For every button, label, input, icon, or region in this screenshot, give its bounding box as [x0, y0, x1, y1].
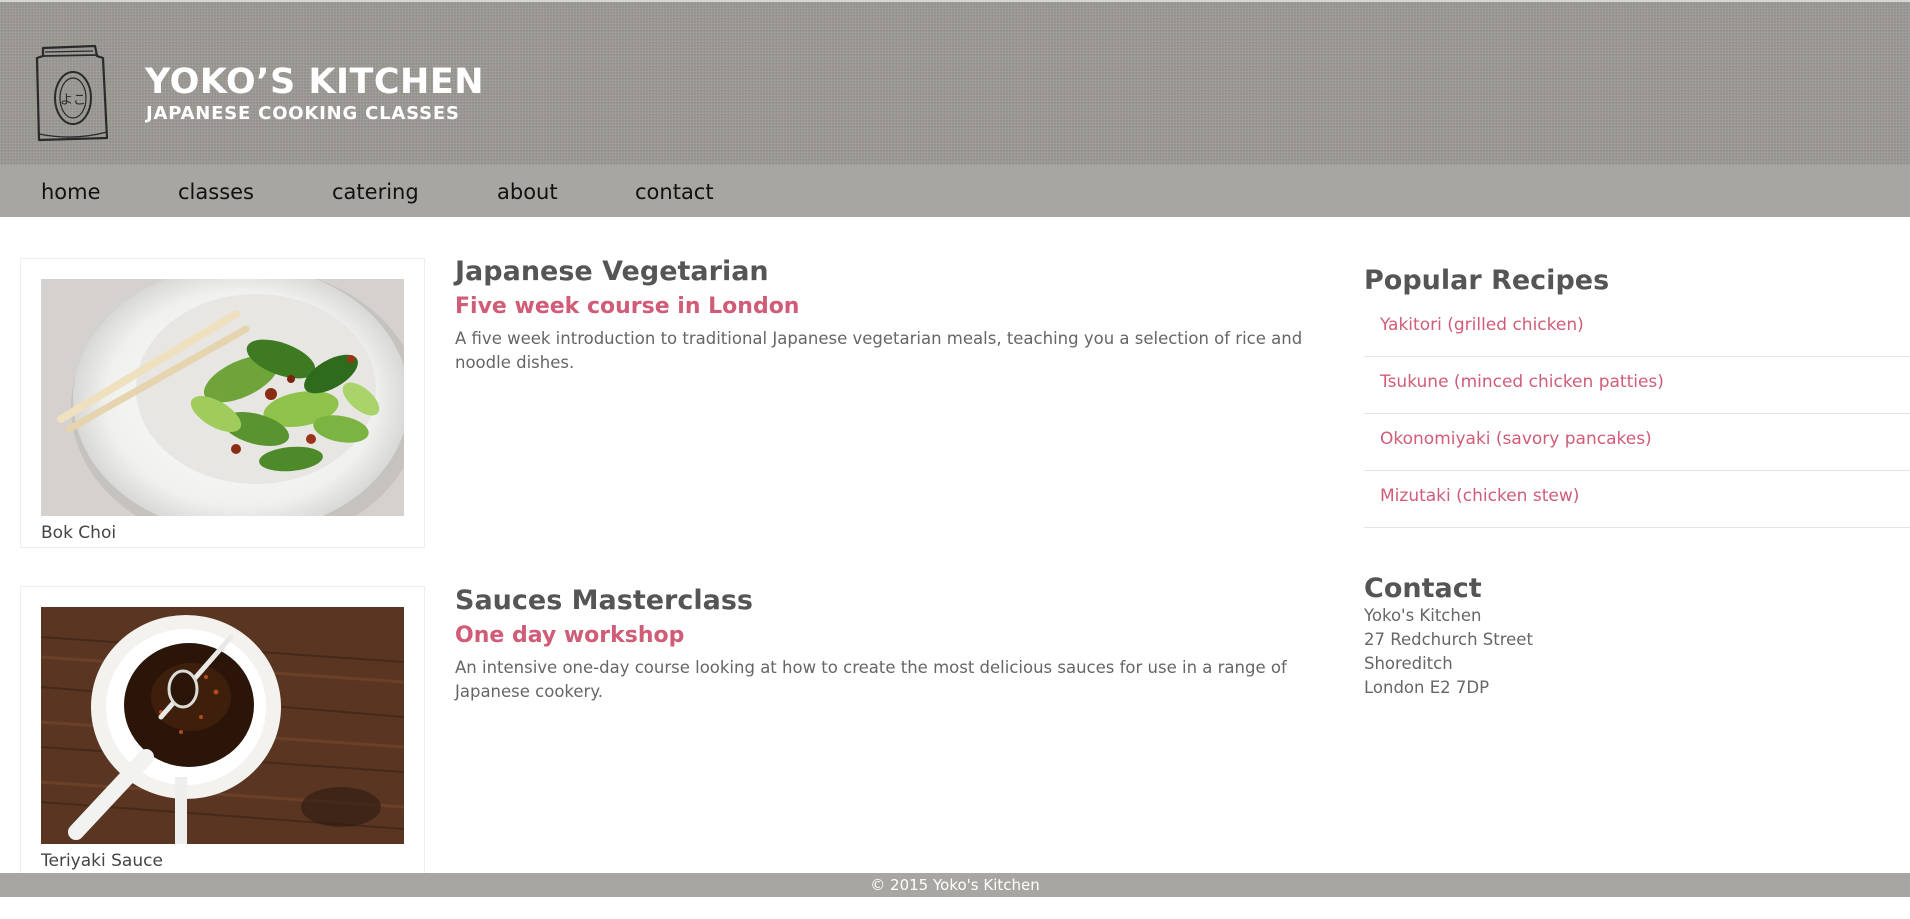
nav-item-catering[interactable]: catering: [332, 180, 419, 204]
contact-city-postcode: London E2 7DP: [1364, 678, 1490, 697]
course-title: Sauces Masterclass: [455, 585, 753, 616]
popular-recipes-heading: Popular Recipes: [1364, 265, 1610, 296]
recipe-link-yakitori[interactable]: Yakitori (grilled chicken): [1380, 315, 1584, 335]
contact-name: Yoko's Kitchen: [1364, 606, 1482, 625]
page-bottom-area: [0, 897, 1910, 919]
contact-heading: Contact: [1364, 573, 1482, 604]
contact-district: Shoreditch: [1364, 654, 1453, 673]
main-nav: home classes catering about contact: [0, 165, 1910, 217]
bok-choi-photo: [41, 279, 404, 516]
list-item: Okonomiyaki (savory pancakes): [1364, 414, 1910, 471]
site-footer: © 2015 Yoko's Kitchen: [0, 873, 1910, 897]
course-title: Japanese Vegetarian: [455, 256, 769, 287]
recipe-link-okonomiyaki[interactable]: Okonomiyaki (savory pancakes): [1380, 429, 1652, 449]
course-subtitle: One day workshop: [455, 623, 685, 648]
list-item: Mizutaki (chicken stew): [1364, 471, 1910, 528]
nav-item-about[interactable]: about: [497, 180, 558, 204]
recipe-link-mizutaki[interactable]: Mizutaki (chicken stew): [1380, 486, 1579, 506]
teriyaki-sauce-photo: [41, 607, 404, 844]
contact-street: 27 Redchurch Street: [1364, 630, 1533, 649]
logo-glyphs: よこ: [60, 93, 86, 108]
image-caption: Teriyaki Sauce: [41, 851, 163, 871]
recipe-link-tsukune[interactable]: Tsukune (minced chicken patties): [1380, 372, 1664, 392]
copyright-text: © 2015 Yoko's Kitchen: [870, 876, 1040, 894]
course-subtitle: Five week course in London: [455, 294, 800, 319]
course-image-card: Teriyaki Sauce: [20, 586, 425, 876]
popular-recipes-list: Yakitori (grilled chicken) Tsukune (minc…: [1364, 300, 1910, 528]
list-item: Tsukune (minced chicken patties): [1364, 357, 1910, 414]
site-header: よこ YOKO’S KITCHEN JAPANESE COOKING CLASS…: [0, 0, 1910, 165]
image-caption: Bok Choi: [41, 523, 117, 543]
nav-item-classes[interactable]: classes: [178, 180, 254, 204]
course-description: A five week introduction to traditional …: [455, 329, 1303, 372]
course-image-card: Bok Choi: [20, 258, 425, 548]
site-title[interactable]: YOKO’S KITCHEN: [145, 62, 484, 102]
nav-item-home[interactable]: home: [41, 180, 101, 204]
course-description: An intensive one-day course looking at h…: [455, 658, 1287, 701]
nav-item-contact[interactable]: contact: [635, 180, 714, 204]
rice-bag-logo-icon[interactable]: よこ: [33, 42, 113, 144]
site-subtitle: JAPANESE COOKING CLASSES: [146, 103, 460, 124]
list-item: Yakitori (grilled chicken): [1364, 300, 1910, 357]
